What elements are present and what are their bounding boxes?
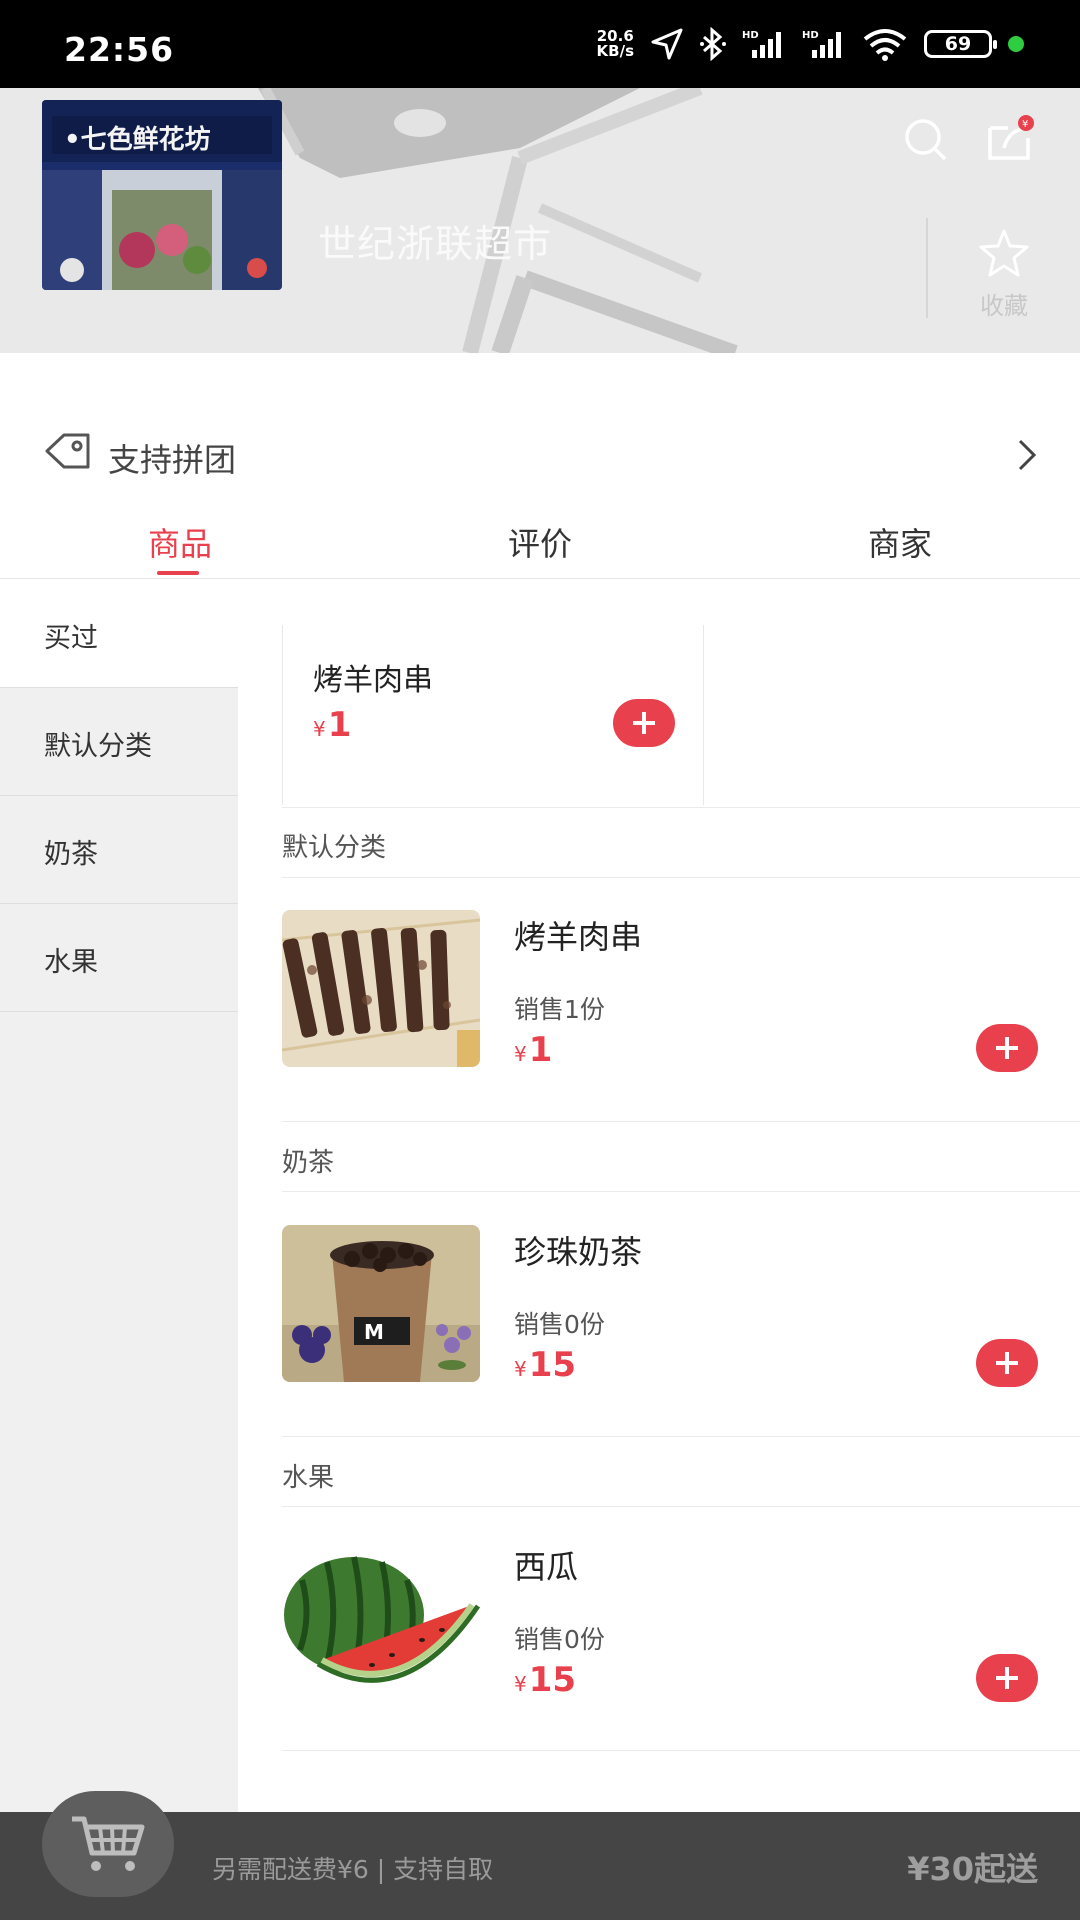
section-title-default: 默认分类 [282, 833, 387, 863]
product-sales: 销售0份 [514, 1310, 605, 1339]
product-name: 烤羊肉串 [313, 663, 433, 698]
signal-hd-icon-2: HD [802, 30, 841, 58]
category-label: 买过 [44, 623, 98, 654]
section-divider [282, 1506, 1080, 1507]
product-image-lamb-skewers[interactable] [282, 910, 480, 1067]
section-divider [282, 1750, 1080, 1751]
add-to-cart-button[interactable] [976, 1654, 1038, 1702]
product-sales: 销售0份 [514, 1625, 605, 1654]
status-time: 22:56 [64, 30, 175, 69]
battery-icon: 69 [924, 30, 997, 58]
section-title-fruit: 水果 [282, 1463, 335, 1493]
tag-icon [45, 433, 90, 469]
shopping-cart-icon [72, 1816, 145, 1871]
charging-dot [1008, 36, 1024, 52]
svg-text:•七色鲜花坊: •七色鲜花坊 [64, 124, 211, 155]
product-list: 烤羊肉串 ¥1 默认分类 烤羊肉串 销售1份 ¥1 奶茶 M 珍珠奶茶 销售0份… [238, 580, 1080, 1812]
svg-text:M: M [364, 1320, 384, 1344]
bought-product-card[interactable]: 烤羊肉串 ¥1 [282, 625, 704, 805]
category-label: 默认分类 [44, 731, 152, 762]
category-sidebar: 买过 默认分类 奶茶 水果 [0, 580, 238, 1812]
product-image-bubble-tea[interactable]: M [282, 1225, 480, 1382]
product-name: 西瓜 [514, 1548, 579, 1586]
section-title-milk-tea: 奶茶 [282, 1148, 335, 1178]
group-buy-row[interactable]: 支持拼团 [0, 425, 1080, 485]
group-buy-label: 支持拼团 [108, 441, 237, 479]
delivery-fee-text: 另需配送费¥6 | 支持自取 [212, 1855, 494, 1884]
category-item-milk-tea[interactable]: 奶茶 [0, 796, 238, 904]
favorite-button[interactable]: 收藏 [960, 228, 1048, 320]
section-divider [282, 1121, 1080, 1122]
section-divider [282, 877, 1080, 878]
location-arrow-icon [651, 28, 683, 60]
section-divider [282, 807, 1080, 808]
category-item-fruit[interactable]: 水果 [0, 904, 238, 1012]
category-item-default[interactable]: 默认分类 [0, 688, 238, 796]
signal-hd-icon: HD [742, 30, 781, 58]
svg-text:HD: HD [802, 30, 819, 41]
section-divider [282, 1436, 1080, 1437]
chevron-right-icon [1018, 439, 1037, 471]
network-speed: 20.6 KB/s [596, 27, 634, 60]
share-button[interactable]: ¥ [986, 114, 1036, 164]
category-label: 奶茶 [44, 839, 98, 870]
product-price: ¥15 [514, 1345, 577, 1385]
product-price: ¥1 [313, 705, 352, 745]
tab-merchant[interactable]: 商家 [820, 519, 980, 565]
favorite-divider [926, 218, 928, 318]
svg-text:¥: ¥ [1022, 119, 1028, 130]
product-price: ¥15 [514, 1660, 577, 1700]
shop-name: 世纪浙联超市 [318, 222, 553, 266]
section-divider [282, 1191, 1080, 1192]
search-icon[interactable] [902, 116, 950, 164]
category-label: 水果 [44, 947, 98, 978]
product-name: 烤羊肉串 [514, 918, 643, 956]
category-item-bought[interactable]: 买过 [0, 580, 238, 688]
product-price: ¥1 [514, 1030, 553, 1070]
tab-bar: 商品 评价 商家 [0, 505, 1080, 579]
favorite-label: 收藏 [980, 292, 1028, 320]
bluetooth-icon [700, 27, 726, 61]
product-image-watermelon[interactable] [282, 1540, 480, 1697]
svg-text:HD: HD [742, 30, 759, 41]
product-sales: 销售1份 [514, 995, 605, 1024]
tab-goods[interactable]: 商品 [100, 519, 260, 565]
status-bar: 22:56 20.6 KB/s HD HD 69 [0, 0, 1080, 88]
add-to-cart-button[interactable] [976, 1339, 1038, 1387]
cart-button[interactable] [42, 1791, 174, 1897]
status-icons: 20.6 KB/s HD HD 69 [597, 26, 1024, 62]
tab-reviews[interactable]: 评价 [460, 519, 620, 565]
add-to-cart-button[interactable] [976, 1024, 1038, 1072]
star-icon [979, 229, 1029, 277]
share-icon: ¥ [988, 115, 1034, 160]
minimum-order-button[interactable]: ¥30起送 [907, 1844, 1038, 1890]
add-to-cart-button[interactable] [613, 699, 675, 747]
product-name: 珍珠奶茶 [514, 1233, 643, 1271]
shop-photo: •七色鲜花坊 [42, 100, 282, 290]
tab-indicator [157, 571, 199, 575]
wifi-icon [863, 29, 907, 61]
